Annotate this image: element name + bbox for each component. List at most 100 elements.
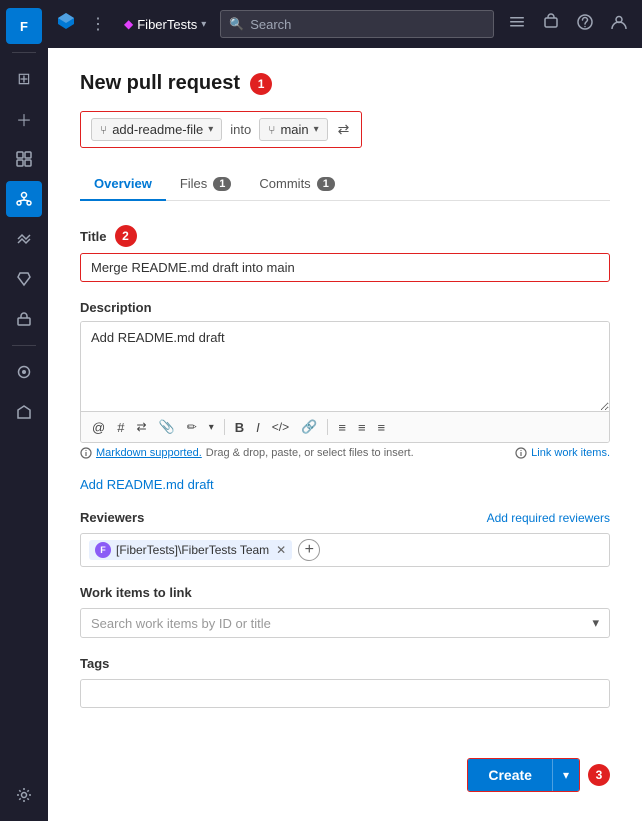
work-items-chevron-icon: ▾ bbox=[592, 615, 599, 631]
source-branch-chevron: ▾ bbox=[208, 124, 213, 135]
link-info-icon bbox=[515, 447, 527, 459]
sidebar-divider-1 bbox=[12, 52, 36, 53]
project-name: FiberTests bbox=[137, 17, 197, 32]
branch-icon-source: ⑂ bbox=[100, 123, 107, 137]
main-area: ⋮ ◆ FiberTests ▾ 🔍 Search bbox=[48, 0, 642, 821]
reviewer-remove-btn[interactable]: ✕ bbox=[276, 543, 286, 557]
description-textarea[interactable]: Add README.md draft bbox=[81, 322, 609, 412]
reviewer-name: [FiberTests]\FiberTests Team bbox=[116, 543, 269, 557]
topbar-project[interactable]: ◆ FiberTests ▾ bbox=[118, 13, 212, 36]
sidebar-avatar[interactable]: F bbox=[6, 8, 42, 44]
sidebar-item-pipelines[interactable] bbox=[6, 221, 42, 257]
search-icon: 🔍 bbox=[229, 17, 244, 31]
description-label: Description bbox=[80, 300, 610, 315]
toolbar-italic-btn[interactable]: I bbox=[251, 417, 265, 438]
swap-branches-button[interactable]: ⇄ bbox=[336, 119, 352, 140]
project-chevron-icon: ▾ bbox=[201, 19, 206, 30]
toolbar-hash-btn[interactable]: # bbox=[112, 417, 129, 438]
sidebar-item-settings-bottom[interactable] bbox=[6, 777, 42, 813]
step2-badge: 2 bbox=[115, 225, 137, 247]
target-branch-btn[interactable]: ⑂ main ▾ bbox=[259, 118, 327, 141]
sidebar-item-overview2[interactable] bbox=[6, 394, 42, 430]
step3-badge: 3 bbox=[588, 764, 610, 786]
sidebar-item-artifacts[interactable] bbox=[6, 301, 42, 337]
tags-input[interactable] bbox=[80, 679, 610, 708]
content-area: New pull request 1 ⑂ add-readme-file ▾ i… bbox=[48, 48, 642, 821]
topbar-help-icon[interactable] bbox=[570, 9, 600, 40]
reviewers-section: Reviewers Add required reviewers F [Fibe… bbox=[80, 510, 610, 567]
create-button[interactable]: Create bbox=[468, 759, 552, 791]
toolbar-code-btn[interactable]: </> bbox=[267, 417, 294, 437]
description-section: Description Add README.md draft @ # ⇄ 📎 … bbox=[80, 300, 610, 459]
toolbar-align-btn[interactable]: ≡ bbox=[333, 417, 351, 438]
search-placeholder: Search bbox=[250, 17, 291, 32]
branch-icon-target: ⑂ bbox=[268, 123, 275, 137]
sidebar-item-create[interactable]: ＋ bbox=[6, 101, 42, 137]
footer: Create ▾ 3 bbox=[80, 750, 610, 800]
tab-files-badge: 1 bbox=[213, 177, 231, 191]
page-title: New pull request bbox=[80, 72, 240, 95]
reviewers-header: Reviewers Add required reviewers bbox=[80, 510, 610, 525]
tab-commits-badge: 1 bbox=[317, 177, 335, 191]
topbar: ⋮ ◆ FiberTests ▾ 🔍 Search bbox=[48, 0, 642, 48]
markdown-bar: Markdown supported. Drag & drop, paste, … bbox=[80, 447, 610, 459]
draft-section: Add README.md draft bbox=[80, 477, 610, 492]
reviewers-label: Reviewers bbox=[80, 510, 144, 525]
topbar-list-icon[interactable] bbox=[502, 9, 532, 40]
toolbar-attach-btn[interactable]: 📎 bbox=[154, 416, 180, 438]
work-items-placeholder: Search work items by ID or title bbox=[91, 616, 271, 631]
reviewers-box: F [FiberTests]\FiberTests Team ✕ + bbox=[80, 533, 610, 567]
toolbar-draw-chevron-btn[interactable]: ▾ bbox=[204, 419, 219, 436]
app-logo bbox=[56, 11, 76, 37]
sidebar-divider-2 bbox=[12, 345, 36, 346]
reviewer-avatar: F bbox=[95, 542, 111, 558]
toolbar-mention-btn[interactable]: @ bbox=[87, 417, 110, 438]
toolbar-sep-2 bbox=[327, 419, 328, 435]
into-text: into bbox=[230, 122, 251, 137]
sidebar-item-test-plans[interactable] bbox=[6, 261, 42, 297]
search-box[interactable]: 🔍 Search bbox=[220, 10, 494, 38]
toolbar: @ # ⇄ 📎 ✏ ▾ B I </> 🔗 ≡ ≡ ≡ bbox=[81, 412, 609, 442]
tags-label: Tags bbox=[80, 656, 610, 671]
sidebar-item-extensions[interactable] bbox=[6, 354, 42, 390]
topbar-dots[interactable]: ⋮ bbox=[86, 10, 110, 38]
link-work-items-area: Link work items. bbox=[515, 447, 610, 459]
add-required-reviewers-link[interactable]: Add required reviewers bbox=[487, 511, 610, 525]
sidebar-item-repos[interactable] bbox=[6, 181, 42, 217]
toolbar-pr-btn[interactable]: ⇄ bbox=[131, 417, 151, 437]
reviewer-tag: F [FiberTests]\FiberTests Team ✕ bbox=[89, 540, 292, 560]
title-label: Title 2 bbox=[80, 225, 610, 247]
title-section: Title 2 bbox=[80, 225, 610, 282]
page-header: New pull request 1 bbox=[80, 72, 610, 95]
work-items-section: Work items to link Search work items by … bbox=[80, 585, 610, 638]
tab-commits[interactable]: Commits 1 bbox=[245, 168, 348, 201]
draft-link-text[interactable]: Add README.md draft bbox=[80, 477, 214, 492]
tab-files[interactable]: Files 1 bbox=[166, 168, 246, 201]
topbar-notifications-icon[interactable] bbox=[536, 9, 566, 40]
topbar-user-icon[interactable] bbox=[604, 9, 634, 40]
topbar-right bbox=[502, 9, 634, 40]
link-work-items-link[interactable]: Link work items. bbox=[531, 447, 610, 459]
target-branch-label: main bbox=[280, 122, 308, 137]
work-items-search[interactable]: Search work items by ID or title ▾ bbox=[80, 608, 610, 638]
title-input[interactable] bbox=[80, 253, 610, 282]
sidebar-item-boards[interactable] bbox=[6, 141, 42, 177]
sidebar: F ⊞ ＋ bbox=[0, 0, 48, 821]
sidebar-item-home[interactable]: ⊞ bbox=[6, 61, 42, 97]
source-branch-btn[interactable]: ⑂ add-readme-file ▾ bbox=[91, 118, 222, 141]
toolbar-bold-btn[interactable]: B bbox=[230, 417, 249, 438]
markdown-info: Markdown supported. Drag & drop, paste, … bbox=[80, 447, 515, 459]
add-reviewer-btn[interactable]: + bbox=[298, 539, 320, 561]
toolbar-draw-btn[interactable]: ✏ bbox=[182, 417, 202, 437]
toolbar-ul-btn[interactable]: ≡ bbox=[353, 417, 371, 438]
markdown-link[interactable]: Markdown supported. bbox=[96, 447, 202, 459]
info-icon bbox=[80, 447, 92, 459]
work-items-label: Work items to link bbox=[80, 585, 610, 600]
target-branch-chevron: ▾ bbox=[314, 124, 319, 135]
tab-overview[interactable]: Overview bbox=[80, 168, 166, 201]
create-group: Create ▾ bbox=[467, 758, 580, 792]
toolbar-ol-btn[interactable]: ≡ bbox=[373, 417, 391, 438]
toolbar-link-btn[interactable]: 🔗 bbox=[296, 416, 322, 438]
branch-selector: ⑂ add-readme-file ▾ into ⑂ main ▾ ⇄ bbox=[80, 111, 362, 148]
create-dropdown-btn[interactable]: ▾ bbox=[552, 759, 579, 791]
